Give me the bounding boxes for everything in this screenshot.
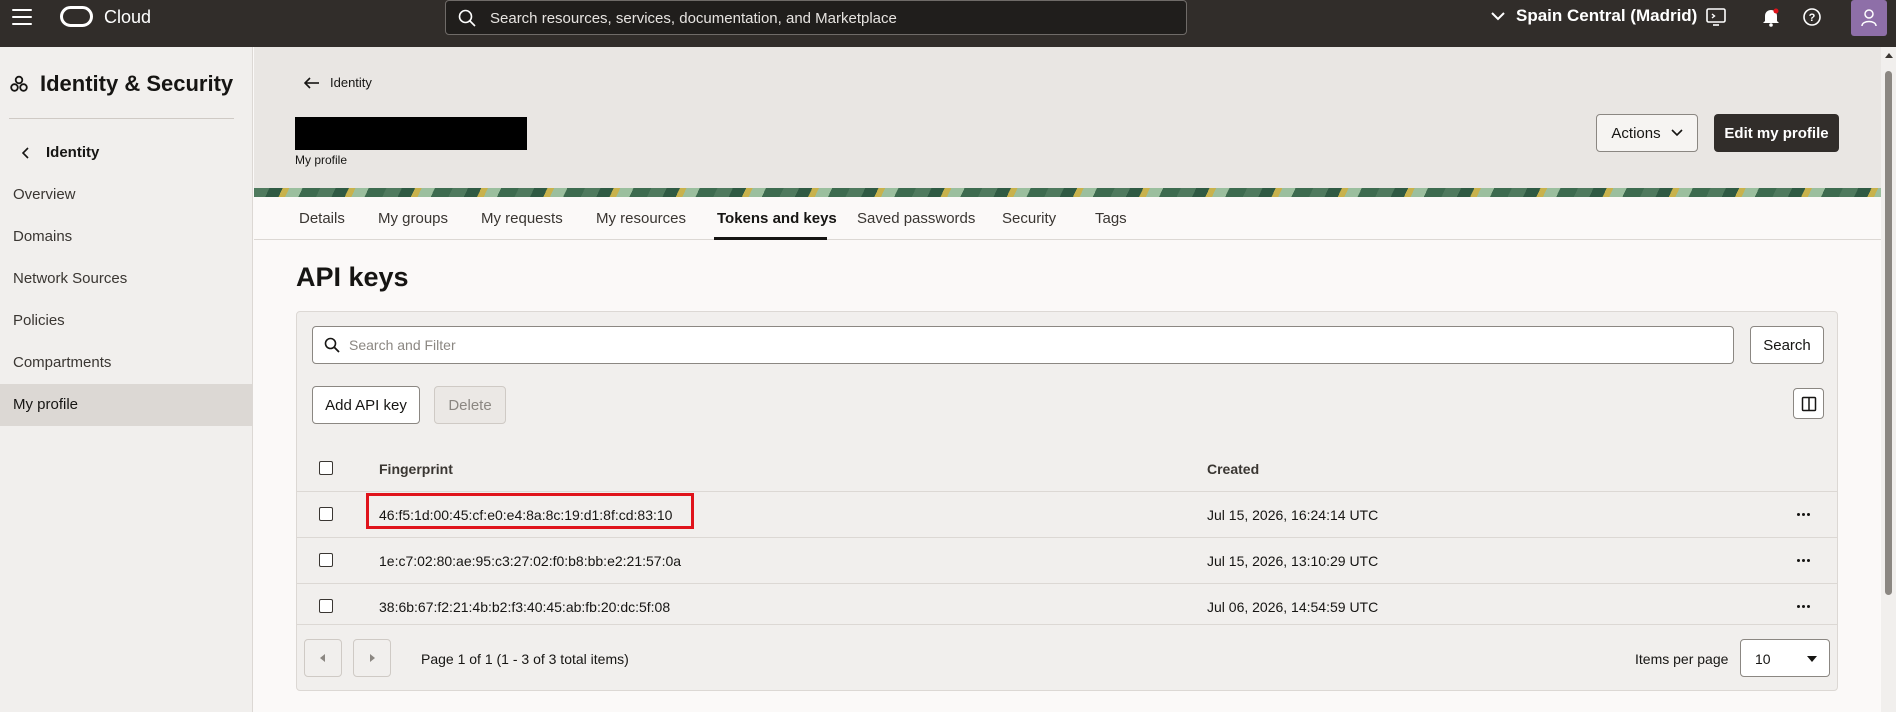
search-icon: [458, 9, 476, 27]
tab-details[interactable]: Details: [299, 210, 345, 227]
actions-button[interactable]: Actions: [1596, 114, 1698, 152]
search-filter-field[interactable]: [312, 326, 1734, 364]
tab-saved-passwords[interactable]: Saved passwords: [857, 210, 975, 227]
page-subtitle: My profile: [295, 153, 348, 167]
pagination-bar: Page 1 of 1 (1 - 3 of 3 total items) Ite…: [297, 624, 1837, 690]
arrow-left-icon: [304, 76, 319, 89]
sidebar-item-overview[interactable]: Overview: [0, 174, 253, 216]
items-per-page-select[interactable]: 10: [1740, 639, 1830, 677]
chevron-down-icon: [1491, 12, 1505, 21]
sidebar-title: Identity & Security: [10, 71, 233, 97]
table-row[interactable]: 38:6b:67:f2:21:4b:b2:f3:40:45:ab:fb:20:d…: [297, 583, 1837, 629]
items-per-page-label: Items per page: [1635, 651, 1729, 667]
sidebar-item-compartments[interactable]: Compartments: [0, 342, 253, 384]
created-cell: Jul 06, 2026, 14:54:59 UTC: [1207, 599, 1379, 615]
tab-bar: Details My groups My requests My resourc…: [254, 197, 1881, 240]
top-navigation-bar: Cloud Search resources, services, docume…: [0, 0, 1896, 47]
sidebar-item-network-sources[interactable]: Network Sources: [0, 258, 253, 300]
sidebar-title-label: Identity & Security: [40, 71, 234, 96]
row-checkbox[interactable]: [319, 553, 333, 567]
delete-button[interactable]: Delete: [434, 386, 506, 424]
user-avatar[interactable]: [1851, 0, 1887, 36]
created-cell: Jul 15, 2026, 16:24:14 UTC: [1207, 507, 1379, 523]
search-button[interactable]: Search: [1750, 326, 1824, 364]
edit-my-profile-button[interactable]: Edit my profile: [1714, 114, 1839, 152]
row-checkbox[interactable]: [319, 599, 333, 613]
active-tab-indicator: [714, 237, 827, 240]
tab-my-requests[interactable]: My requests: [481, 210, 563, 227]
page-scrollbar[interactable]: [1881, 47, 1896, 712]
breadcrumb[interactable]: Identity: [304, 75, 372, 90]
page-title: API keys: [296, 262, 409, 292]
row-actions-menu-icon[interactable]: [1793, 596, 1813, 616]
oracle-logo[interactable]: [60, 6, 93, 27]
tab-tags[interactable]: Tags: [1095, 210, 1127, 227]
region-label: Spain Central (Madrid): [1516, 6, 1698, 25]
sidebar-back-label: Identity: [46, 144, 100, 161]
sidebar-item-my-profile[interactable]: My profile: [0, 384, 253, 426]
help-icon[interactable]: ?: [1801, 6, 1823, 28]
search-filter-input[interactable]: [349, 335, 1709, 355]
pagination-status: Page 1 of 1 (1 - 3 of 3 total items): [421, 651, 629, 667]
notification-bell-icon[interactable]: [1760, 6, 1782, 28]
chevron-down-icon: [1671, 129, 1683, 137]
table-row[interactable]: 46:f5:1d:00:45:cf:e0:e4:8a:8c:19:d1:8f:c…: [297, 491, 1837, 537]
fingerprint-cell: 46:f5:1d:00:45:cf:e0:e4:8a:8c:19:d1:8f:c…: [379, 507, 673, 523]
sidebar-item-policies[interactable]: Policies: [0, 300, 253, 342]
redacted-username: [295, 117, 527, 150]
tab-my-groups[interactable]: My groups: [378, 210, 448, 227]
api-keys-panel: Search Add API key Delete Fingerprint Cr…: [296, 311, 1838, 691]
items-per-page-value: 10: [1755, 651, 1771, 667]
row-actions-menu-icon[interactable]: [1793, 504, 1813, 524]
sidebar-item-domains[interactable]: Domains: [0, 216, 253, 258]
tab-security[interactable]: Security: [1002, 210, 1056, 227]
column-settings-button[interactable]: [1793, 388, 1824, 419]
sidebar-back-identity[interactable]: Identity: [22, 144, 99, 161]
hamburger-menu-icon[interactable]: [12, 9, 32, 25]
add-api-key-button[interactable]: Add API key: [312, 386, 420, 424]
dropdown-caret-icon: [1807, 656, 1817, 662]
chevron-left-icon: [22, 146, 29, 159]
tab-my-resources[interactable]: My resources: [596, 210, 686, 227]
brand-label[interactable]: Cloud: [104, 7, 151, 28]
scroll-up-arrow-icon[interactable]: [1885, 53, 1893, 58]
columns-icon: [1801, 396, 1816, 411]
svg-text:?: ?: [1809, 12, 1816, 24]
user-icon: [1861, 9, 1877, 27]
row-checkbox[interactable]: [319, 507, 333, 521]
next-page-button[interactable]: [353, 639, 391, 677]
tab-tokens-and-keys[interactable]: Tokens and keys: [717, 210, 837, 227]
identity-security-icon: [10, 75, 28, 92]
sidebar-divider: [9, 118, 234, 119]
table-row[interactable]: 1e:c7:02:80:ae:95:c3:27:02:f0:b8:bb:e2:2…: [297, 537, 1837, 583]
fingerprint-cell: 1e:c7:02:80:ae:95:c3:27:02:f0:b8:bb:e2:2…: [379, 553, 682, 569]
search-icon: [324, 337, 340, 353]
global-search-placeholder: Search resources, services, documentatio…: [490, 10, 897, 27]
chevron-left-icon: [320, 654, 325, 662]
chevron-right-icon: [370, 654, 375, 662]
breadcrumb-label: Identity: [330, 75, 372, 90]
sidebar: Identity & Security Identity Overview Do…: [0, 47, 253, 712]
global-search-input[interactable]: Search resources, services, documentatio…: [445, 0, 1187, 35]
fingerprint-cell: 38:6b:67:f2:21:4b:b2:f3:40:45:ab:fb:20:d…: [379, 599, 671, 615]
cloud-shell-icon[interactable]: [1705, 6, 1727, 28]
scrollbar-thumb[interactable]: [1885, 71, 1892, 595]
column-header-created[interactable]: Created: [1207, 461, 1259, 477]
page-header: Identity My profile Actions Edit my prof…: [254, 47, 1881, 198]
actions-label: Actions: [1611, 124, 1661, 142]
region-selector[interactable]: Spain Central (Madrid): [1490, 6, 1697, 26]
previous-page-button[interactable]: [304, 639, 342, 677]
created-cell: Jul 15, 2026, 13:10:29 UTC: [1207, 553, 1379, 569]
row-actions-menu-icon[interactable]: [1793, 550, 1813, 570]
select-all-checkbox[interactable]: [319, 461, 333, 475]
column-header-fingerprint[interactable]: Fingerprint: [379, 461, 453, 477]
